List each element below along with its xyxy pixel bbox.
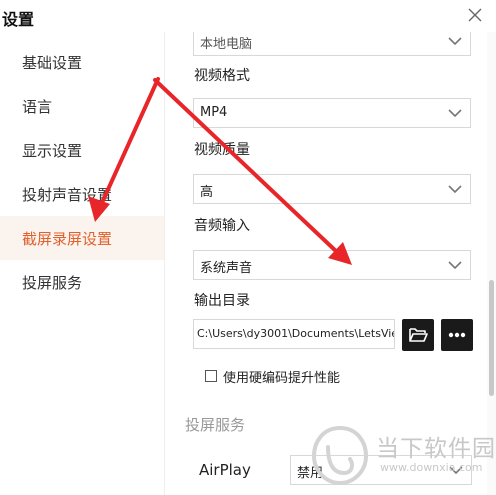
audio-input-label: 音频输入 bbox=[194, 218, 250, 234]
sidebar-item-label: 截屏录屏设置 bbox=[22, 230, 113, 248]
video-quality-label: 视频质量 bbox=[194, 142, 250, 158]
output-dir-input[interactable]: C:\Users\dy3001\Documents\LetsView bbox=[193, 319, 395, 349]
window-title: 设置 bbox=[2, 10, 35, 29]
video-format-select[interactable]: MP4 bbox=[193, 98, 471, 128]
cast-service-section-title: 投屏服务 bbox=[185, 416, 246, 434]
scrollbar-thumb[interactable] bbox=[489, 280, 494, 396]
watermark: 当下软件园 www.downxia.com bbox=[310, 425, 495, 491]
watermark-name: 当下软件园 bbox=[376, 436, 496, 462]
sidebar-item-label: 显示设置 bbox=[22, 142, 83, 160]
sidebar-item-cast-service[interactable]: 投屏服务 bbox=[0, 260, 164, 304]
close-icon[interactable] bbox=[466, 6, 484, 24]
folder-open-icon bbox=[409, 328, 428, 342]
video-format-value: MP4 bbox=[200, 105, 228, 120]
chevron-down-icon bbox=[448, 37, 462, 46]
audio-input-select[interactable]: 系统声音 bbox=[193, 250, 471, 280]
title-bar: 设置 bbox=[0, 0, 496, 32]
chevron-down-icon bbox=[448, 185, 462, 194]
sidebar: 基础设置 语言 显示设置 投射声音设置 截屏录屏设置 投屏服务 bbox=[0, 32, 165, 495]
watermark-logo-icon bbox=[311, 425, 369, 486]
browse-folder-button[interactable] bbox=[402, 319, 434, 351]
sidebar-item-label: 投屏服务 bbox=[22, 274, 83, 292]
chevron-down-icon bbox=[448, 109, 462, 118]
chevron-down-icon bbox=[448, 261, 462, 270]
more-icon bbox=[448, 332, 466, 338]
sidebar-item-label: 基础设置 bbox=[22, 54, 83, 72]
output-dir-value: C:\Users\dy3001\Documents\LetsView bbox=[197, 327, 395, 340]
video-format-label: 视频格式 bbox=[194, 68, 250, 84]
sidebar-item-screenshot-record-settings[interactable]: 截屏录屏设置 bbox=[0, 216, 164, 260]
video-quality-value: 高 bbox=[200, 185, 214, 200]
sidebar-item-display-settings[interactable]: 显示设置 bbox=[0, 128, 164, 172]
sidebar-item-label: 语言 bbox=[22, 98, 53, 116]
output-dir-label: 输出目录 bbox=[194, 293, 250, 309]
airplay-label: AirPlay bbox=[199, 461, 251, 479]
more-options-button[interactable] bbox=[441, 319, 473, 351]
sidebar-item-cast-sound-settings[interactable]: 投射声音设置 bbox=[0, 172, 164, 216]
video-quality-select[interactable]: 高 bbox=[193, 174, 471, 204]
save-location-select[interactable]: 本地电脑 bbox=[193, 32, 471, 56]
sidebar-item-language[interactable]: 语言 bbox=[0, 84, 164, 128]
sidebar-item-label: 投射声音设置 bbox=[22, 186, 113, 204]
watermark-url: www.downxia.com bbox=[380, 461, 483, 474]
sidebar-item-basic-settings[interactable]: 基础设置 bbox=[0, 40, 164, 84]
save-location-value: 本地电脑 bbox=[200, 37, 253, 52]
audio-input-value: 系统声音 bbox=[200, 261, 253, 276]
hw-encode-checkbox[interactable] bbox=[205, 370, 217, 382]
hw-encode-label: 使用硬编码提升性能 bbox=[223, 371, 341, 386]
